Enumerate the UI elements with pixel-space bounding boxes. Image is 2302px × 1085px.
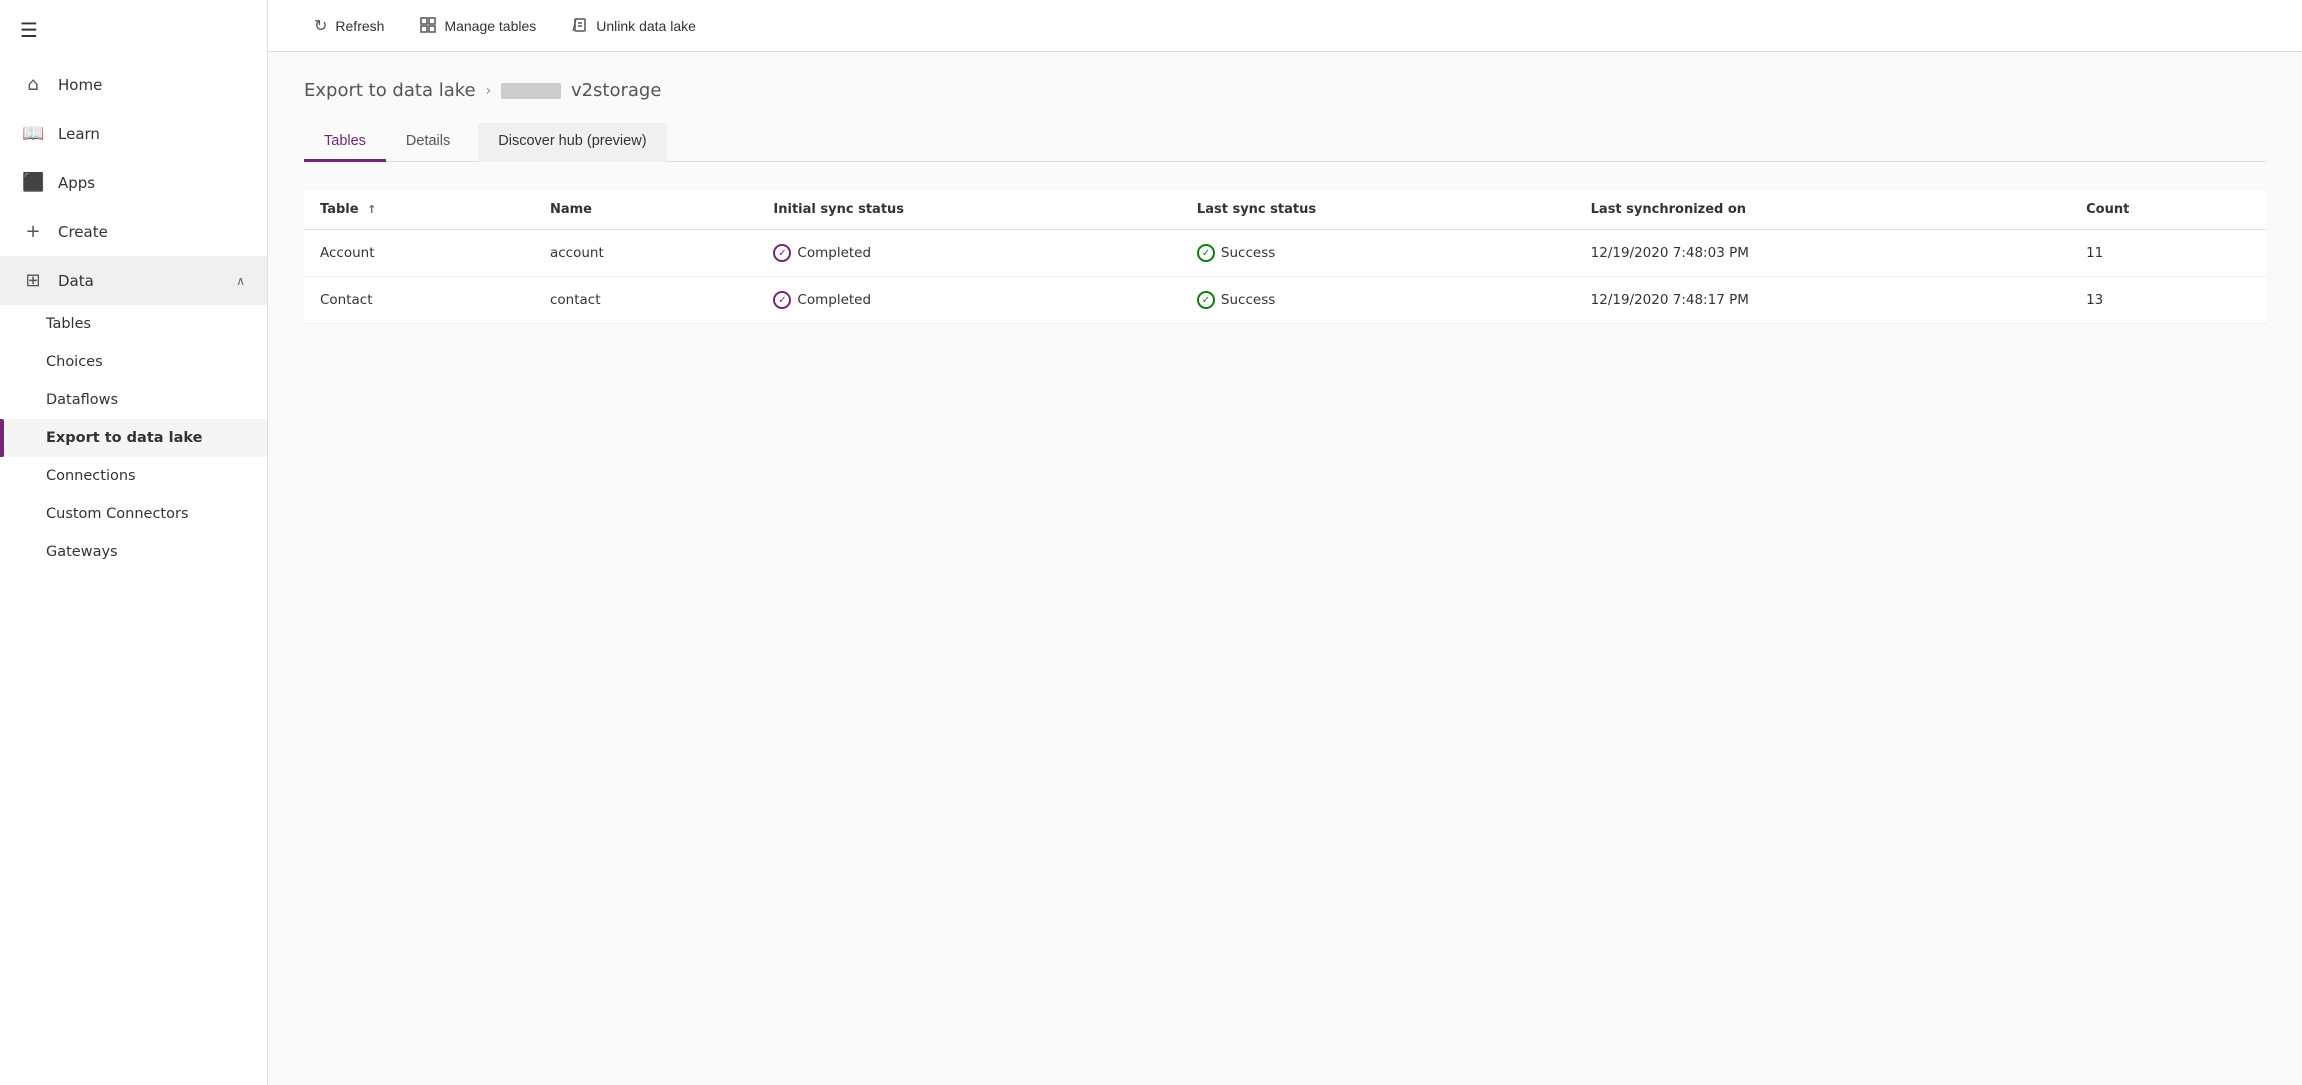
sidebar-sub-label: Gateways: [46, 544, 118, 560]
cell-name-1: contact: [534, 277, 757, 324]
tab-discover-hub[interactable]: Discover hub (preview): [478, 123, 666, 162]
tab-tables[interactable]: Tables: [304, 123, 386, 162]
column-header-name[interactable]: Name: [534, 190, 757, 230]
last-sync-status-1: Success: [1221, 292, 1275, 308]
completed-icon-0: ✓: [773, 244, 791, 262]
breadcrumb: Export to data lake › v2storage: [304, 80, 2266, 101]
cell-table-name-0: Account: [304, 230, 534, 277]
expand-icon: ∧: [236, 274, 245, 288]
cell-last-sync-on-1: 12/19/2020 7:48:17 PM: [1575, 277, 2070, 324]
hamburger-icon: ☰: [20, 18, 38, 42]
sidebar-sub-label: Dataflows: [46, 392, 118, 408]
initial-sync-status-0: Completed: [797, 245, 871, 261]
tab-tables-label: Tables: [324, 133, 366, 149]
column-header-last-sync-on[interactable]: Last synchronized on: [1575, 190, 2070, 230]
success-icon-0: ✓: [1197, 244, 1215, 262]
refresh-label: Refresh: [335, 18, 384, 34]
table-row[interactable]: Contact contact ✓ Completed ✓ Success 12…: [304, 277, 2266, 324]
sidebar-sub-export-to-data-lake[interactable]: Export to data lake: [0, 419, 267, 457]
sidebar: ☰ ⌂ Home 📖 Learn ⬛ Apps + Create ⊞ Data …: [0, 0, 268, 1085]
breadcrumb-arrow: ›: [486, 83, 492, 99]
tab-discover-hub-label: Discover hub (preview): [498, 133, 646, 149]
sidebar-item-create[interactable]: + Create: [0, 207, 267, 256]
cell-initial-sync-0: ✓ Completed: [757, 230, 1181, 277]
breadcrumb-blurred: [501, 83, 561, 99]
table-row[interactable]: Account account ✓ Completed ✓ Success 12…: [304, 230, 2266, 277]
sidebar-sub-label: Connections: [46, 468, 136, 484]
cell-name-0: account: [534, 230, 757, 277]
data-icon: ⊞: [22, 270, 44, 291]
sidebar-sub-label: Choices: [46, 354, 103, 370]
tab-bar: Tables Details Discover hub (preview): [304, 123, 2266, 162]
data-table: Table ↑ Name Initial sync status Last sy…: [304, 190, 2266, 324]
sidebar-sub-connections[interactable]: Connections: [0, 457, 267, 495]
create-icon: +: [22, 221, 44, 242]
column-header-table[interactable]: Table ↑: [304, 190, 534, 230]
cell-count-1: 13: [2070, 277, 2266, 324]
sidebar-sub-dataflows[interactable]: Dataflows: [0, 381, 267, 419]
column-header-count[interactable]: Count: [2070, 190, 2266, 230]
cell-table-name-1: Contact: [304, 277, 534, 324]
sidebar-item-learn[interactable]: 📖 Learn: [0, 109, 267, 158]
unlink-data-lake-button[interactable]: Unlink data lake: [554, 7, 714, 45]
sidebar-item-home[interactable]: ⌂ Home: [0, 60, 267, 109]
hamburger-menu[interactable]: ☰: [0, 0, 267, 60]
sidebar-item-apps[interactable]: ⬛ Apps: [0, 158, 267, 207]
sidebar-sub-label: Export to data lake: [46, 430, 202, 446]
sidebar-sub-label: Tables: [46, 316, 91, 332]
sidebar-item-label: Apps: [58, 174, 95, 192]
sidebar-sub-tables[interactable]: Tables: [0, 305, 267, 343]
main-content: ↻ Refresh Manage tables: [268, 0, 2302, 1085]
tab-details-label: Details: [406, 133, 450, 149]
toolbar: ↻ Refresh Manage tables: [268, 0, 2302, 52]
table-header-row: Table ↑ Name Initial sync status Last sy…: [304, 190, 2266, 230]
tab-details[interactable]: Details: [386, 123, 470, 162]
success-icon-1: ✓: [1197, 291, 1215, 309]
column-header-initial-sync[interactable]: Initial sync status: [757, 190, 1181, 230]
sidebar-item-label: Data: [58, 272, 94, 290]
content-area: Export to data lake › v2storage Tables D…: [268, 52, 2302, 1085]
manage-tables-button[interactable]: Manage tables: [402, 7, 554, 45]
learn-icon: 📖: [22, 123, 44, 144]
sidebar-sub-gateways[interactable]: Gateways: [0, 533, 267, 571]
breadcrumb-parent[interactable]: Export to data lake: [304, 80, 476, 101]
cell-last-sync-0: ✓ Success: [1181, 230, 1575, 277]
cell-count-0: 11: [2070, 230, 2266, 277]
unlink-data-lake-label: Unlink data lake: [596, 18, 696, 34]
home-icon: ⌂: [22, 74, 44, 95]
cell-initial-sync-1: ✓ Completed: [757, 277, 1181, 324]
column-header-last-sync[interactable]: Last sync status: [1181, 190, 1575, 230]
sidebar-sub-choices[interactable]: Choices: [0, 343, 267, 381]
refresh-icon: ↻: [314, 16, 327, 36]
sidebar-item-label: Create: [58, 223, 108, 241]
sort-icon: ↑: [367, 203, 376, 216]
breadcrumb-storage-name: v2storage: [571, 80, 661, 101]
apps-icon: ⬛: [22, 172, 44, 193]
sidebar-item-data[interactable]: ⊞ Data ∧: [0, 256, 267, 305]
sidebar-sub-custom-connectors[interactable]: Custom Connectors: [0, 495, 267, 533]
sidebar-sub-label: Custom Connectors: [46, 506, 189, 522]
breadcrumb-current: v2storage: [501, 80, 661, 101]
completed-icon-1: ✓: [773, 291, 791, 309]
unlink-icon: [572, 17, 588, 35]
sidebar-item-label: Home: [58, 76, 102, 94]
manage-tables-icon: [420, 17, 436, 35]
initial-sync-status-1: Completed: [797, 292, 871, 308]
cell-last-sync-1: ✓ Success: [1181, 277, 1575, 324]
sidebar-item-label: Learn: [58, 125, 100, 143]
last-sync-status-0: Success: [1221, 245, 1275, 261]
refresh-button[interactable]: ↻ Refresh: [296, 6, 402, 46]
manage-tables-label: Manage tables: [444, 18, 536, 34]
cell-last-sync-on-0: 12/19/2020 7:48:03 PM: [1575, 230, 2070, 277]
